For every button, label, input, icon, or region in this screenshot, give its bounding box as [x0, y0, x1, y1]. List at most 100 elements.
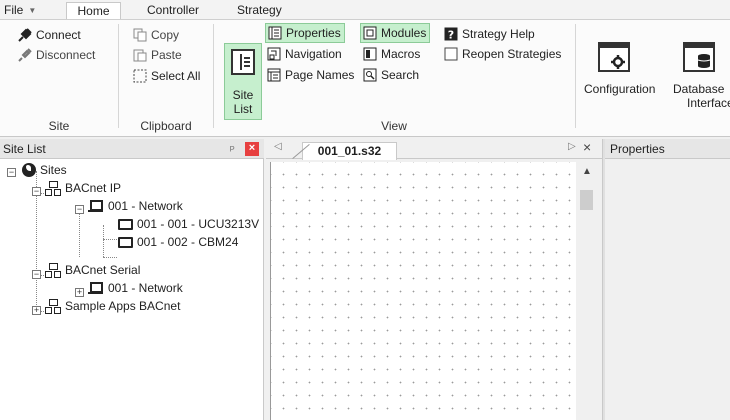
group-divider [118, 24, 119, 128]
paste-label: Paste [151, 48, 182, 62]
checkbox-icon [444, 47, 458, 61]
tree-node-label: 001 - Network [108, 281, 183, 295]
tree-connector [103, 225, 104, 257]
database-label-line2: Interface [687, 96, 730, 110]
paste-button[interactable]: Paste [133, 45, 182, 65]
copy-label: Copy [151, 28, 180, 42]
site-list-button[interactable]: Site List [224, 43, 262, 120]
site-list-icon [231, 49, 255, 75]
svg-text:?: ? [448, 29, 454, 42]
close-document-icon[interactable]: × [583, 139, 591, 155]
plug-icon [18, 28, 32, 42]
device-icon [117, 217, 133, 231]
network-icon [88, 281, 104, 295]
tree-node-bacnet-ip[interactable]: BACnet IP [45, 179, 121, 197]
configuration-label[interactable]: Configuration [584, 82, 655, 96]
site-list-tree: − Sites − BACnet IP − 001 - Network 001 … [0, 159, 264, 420]
properties-panel [605, 159, 730, 420]
collapse-toggle[interactable]: − [75, 205, 84, 214]
vertical-scrollbar[interactable]: ▲ [577, 162, 596, 420]
select-all-icon [133, 69, 147, 83]
collapse-toggle[interactable]: − [7, 168, 16, 177]
macros-icon [363, 47, 377, 61]
tree-node-label: BACnet IP [65, 181, 122, 195]
tree-node-serial-network[interactable]: 001 - Network [88, 279, 183, 297]
tree-node-sample-apps[interactable]: Sample Apps BACnet [45, 297, 180, 315]
navigation-icon [267, 47, 281, 61]
search-label: Search [381, 68, 420, 82]
tree-node-label: Sites [40, 163, 67, 177]
strategy-help-label: Strategy Help [462, 27, 535, 41]
reopen-strategies-label: Reopen Strategies [462, 47, 562, 61]
page-names-icon [267, 68, 281, 82]
copy-icon [133, 28, 147, 42]
file-menu[interactable]: File ▼ [4, 2, 36, 19]
unplug-icon [18, 48, 32, 62]
search-icon [363, 68, 377, 82]
tree-node-bacnet-serial[interactable]: BACnet Serial [45, 261, 140, 279]
tree-connector [103, 257, 117, 258]
bacnet-icon [45, 299, 61, 314]
strategy-canvas[interactable] [270, 162, 576, 420]
search-button[interactable]: Search [363, 65, 419, 85]
tab-controller[interactable]: Controller [147, 2, 199, 19]
site-list-label-line2: List [233, 102, 253, 116]
tree-node-label: BACnet Serial [65, 263, 141, 277]
select-all-button[interactable]: Select All [133, 66, 200, 86]
ribbon: Connect Disconnect Site Copy Paste Selec… [0, 19, 730, 137]
site-list-label-line1: Site [232, 88, 254, 102]
properties-button[interactable]: Properties [265, 23, 345, 43]
scroll-up-icon[interactable]: ▲ [582, 166, 592, 177]
site-list-title: Site List [3, 142, 46, 156]
globe-icon [22, 163, 36, 177]
tree-node-label: 001 - Network [108, 199, 183, 213]
properties-icon [268, 26, 282, 40]
tree-node-device[interactable]: 001 - 002 - CBM24 [117, 233, 238, 251]
tree-node-label: 001 - 002 - CBM24 [137, 235, 239, 249]
clipboard-group-label: Clipboard [140, 119, 192, 133]
document-tab[interactable]: 001_01.s32 [302, 142, 397, 160]
menu-bar: File ▼ Home Controller Strategy [0, 0, 730, 20]
page-names-button[interactable]: Page Names [267, 65, 354, 85]
expand-toggle[interactable]: + [32, 306, 41, 315]
tree-node-device[interactable]: 001 - 001 - UCU3213V [117, 215, 259, 233]
database-interface-label[interactable]: Database Interface [673, 82, 730, 110]
tree-node-sites[interactable]: Sites [22, 161, 67, 179]
tree-connector [103, 239, 117, 240]
modules-label: Modules [381, 26, 427, 40]
collapse-toggle[interactable]: − [32, 187, 41, 196]
expand-toggle[interactable]: + [75, 288, 84, 297]
navigation-button[interactable]: Navigation [267, 44, 342, 64]
scrollbar-thumb[interactable] [580, 190, 593, 210]
site-list-header: Site List ᴾ × [0, 139, 264, 159]
database-icon[interactable] [683, 42, 715, 72]
modules-button[interactable]: Modules [360, 23, 431, 43]
strategy-help-button[interactable]: ? Strategy Help [444, 24, 535, 44]
copy-button[interactable]: Copy [133, 25, 179, 45]
macros-button[interactable]: Macros [363, 44, 420, 64]
collapse-toggle[interactable]: − [32, 270, 41, 279]
navigation-label: Navigation [285, 47, 342, 61]
bacnet-icon [45, 181, 61, 196]
select-all-label: Select All [151, 69, 201, 83]
tab-strategy[interactable]: Strategy [237, 2, 282, 19]
scroll-right-icon[interactable]: ▷ [568, 141, 576, 152]
pin-icon[interactable]: ᴾ [230, 141, 235, 161]
connect-button[interactable]: Connect [18, 25, 81, 45]
properties-header: Properties [605, 139, 730, 159]
reopen-strategies-checkbox[interactable]: Reopen Strategies [444, 44, 561, 64]
modules-icon [363, 26, 377, 40]
paste-icon [133, 48, 147, 62]
scroll-left-icon[interactable]: ◁ [274, 141, 282, 152]
tree-connector [79, 207, 80, 257]
network-icon [88, 199, 104, 213]
view-group-label: View [381, 119, 407, 133]
disconnect-button[interactable]: Disconnect [18, 45, 95, 65]
disconnect-label: Disconnect [36, 48, 96, 62]
tree-node-ip-network[interactable]: 001 - Network [88, 197, 183, 215]
configuration-icon[interactable] [598, 42, 630, 72]
tab-home[interactable]: Home [66, 2, 121, 20]
bacnet-icon [45, 263, 61, 278]
page-names-label: Page Names [285, 68, 355, 82]
close-icon[interactable]: × [245, 142, 259, 156]
